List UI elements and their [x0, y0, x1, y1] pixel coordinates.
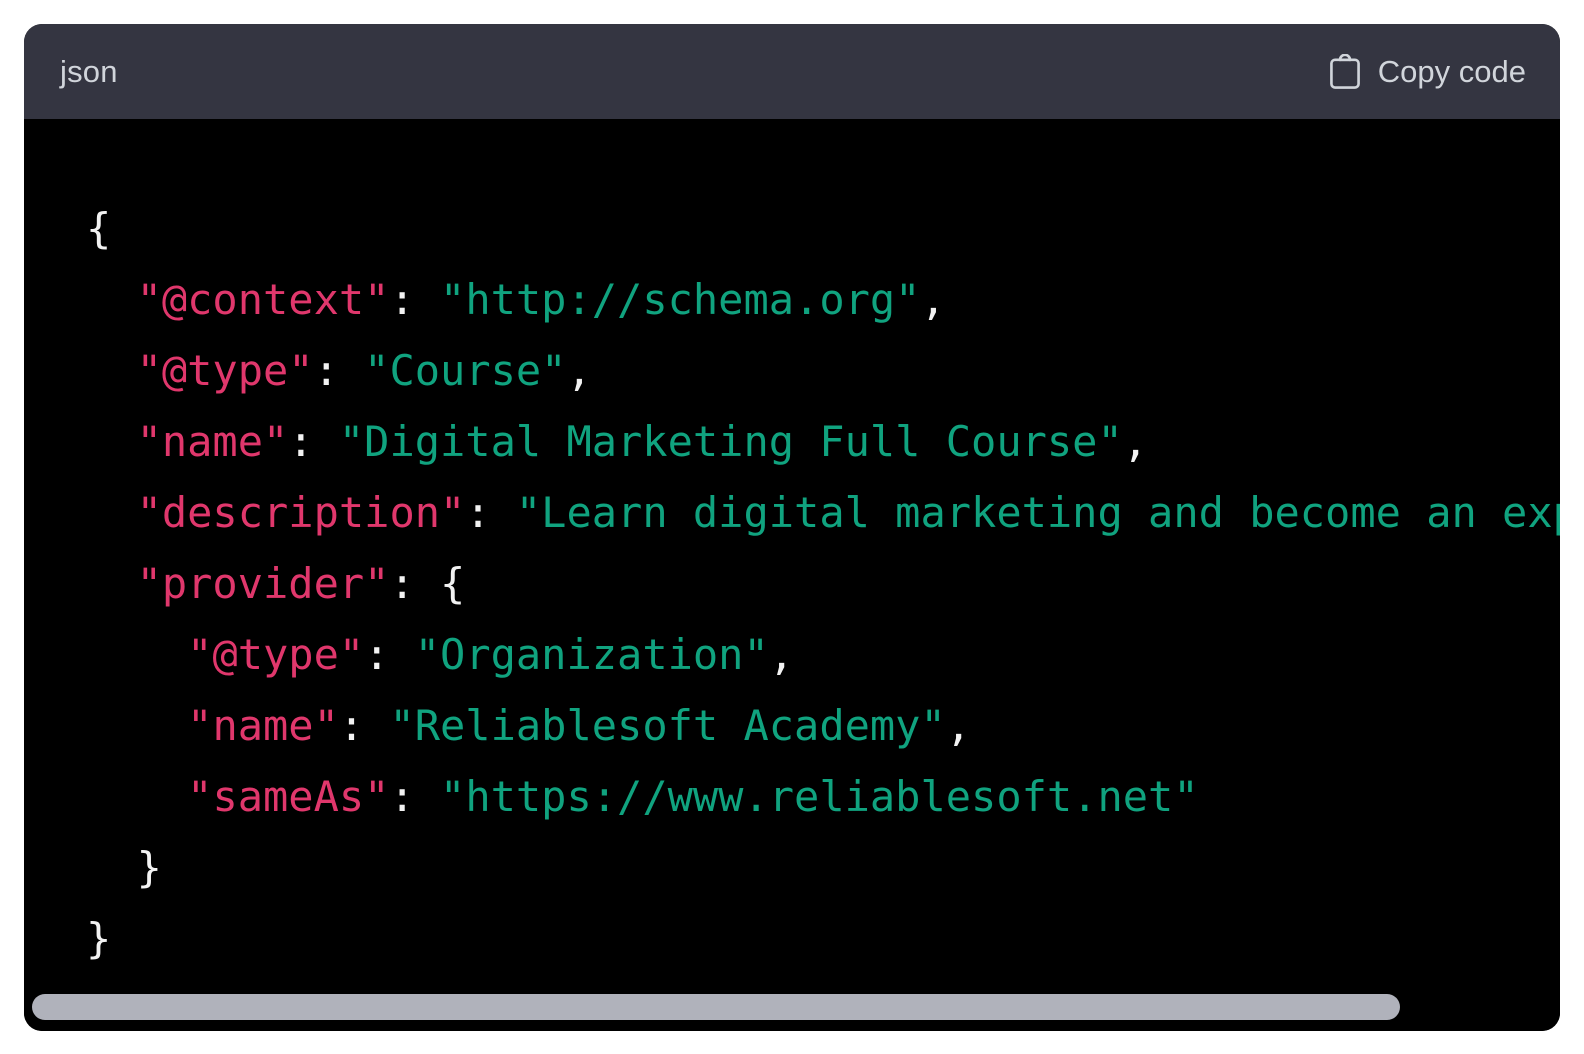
code-lines: { "@context": "http://schema.org", "@typ… — [24, 193, 1560, 974]
code-token-str: "http://schema.org" — [440, 275, 921, 324]
code-text: { "@context": "http://schema.org", "@typ… — [86, 193, 1560, 974]
code-token-punct: , — [768, 630, 795, 679]
code-token-punct: : — [338, 701, 390, 750]
code-block-card: json Copy code { "@context": "http://sch… — [24, 24, 1560, 1031]
code-token-punct: : — [288, 417, 339, 466]
code-token-punct: : — [389, 559, 441, 608]
code-token-punct: : — [389, 275, 441, 324]
code-line: "name": "Reliablesoft Academy", — [86, 690, 1560, 761]
code-token-str: "Course" — [364, 346, 567, 395]
code-token-punct: : — [313, 346, 365, 395]
code-token-punct: , — [945, 701, 972, 750]
code-token-punct: : — [364, 630, 415, 679]
code-line: "description": "Learn digital marketing … — [86, 477, 1560, 548]
code-content-area[interactable]: { "@context": "http://schema.org", "@typ… — [24, 119, 1560, 1031]
code-token-key: "sameAs" — [187, 772, 390, 821]
code-token-punct: , — [566, 346, 592, 395]
code-token-punct: { — [86, 204, 112, 253]
code-token-str: "Reliablesoft Academy" — [389, 701, 946, 750]
code-token-key: "@type" — [187, 630, 365, 679]
code-token-key: "name" — [187, 701, 339, 750]
code-line: } — [86, 903, 1560, 974]
code-token-str: "Organization" — [414, 630, 769, 679]
code-line: } — [86, 832, 1560, 903]
code-token-punct: { — [440, 559, 466, 608]
code-token-punct: } — [86, 914, 112, 963]
copy-code-button[interactable]: Copy code — [1328, 53, 1526, 90]
code-line: "name": "Digital Marketing Full Course", — [86, 406, 1560, 477]
code-block-header: json Copy code — [24, 24, 1560, 119]
code-line: "provider": { — [86, 548, 1560, 619]
code-token-punct: : — [465, 488, 516, 537]
copy-code-label: Copy code — [1377, 53, 1526, 89]
code-language-label: json — [60, 53, 118, 89]
code-line: { — [86, 193, 1560, 264]
code-token-punct: : — [389, 772, 441, 821]
code-token-key: "@type" — [136, 346, 314, 395]
code-line: "sameAs": "https://www.reliablesoft.net" — [86, 761, 1560, 832]
code-token-punct: , — [920, 275, 946, 324]
horizontal-scrollbar-thumb[interactable] — [32, 994, 1400, 1020]
code-token-str: "https://www.reliablesoft.net" — [440, 772, 1199, 821]
code-line: "@type": "Organization", — [86, 619, 1560, 690]
code-token-punct: } — [136, 843, 162, 892]
clipboard-icon — [1328, 53, 1362, 90]
horizontal-scrollbar-track[interactable] — [24, 994, 1560, 1020]
code-token-str: "Learn digital marketing and become an e… — [515, 488, 1560, 537]
code-line: "@context": "http://schema.org", — [86, 264, 1560, 335]
code-token-key: "name" — [136, 417, 289, 466]
code-token-str: "Digital Marketing Full Course" — [338, 417, 1123, 466]
code-token-key: "provider" — [136, 559, 390, 608]
code-token-punct: , — [1122, 417, 1149, 466]
code-token-key: "description" — [136, 488, 466, 537]
code-line: "@type": "Course", — [86, 335, 1560, 406]
code-token-key: "@context" — [136, 275, 390, 324]
